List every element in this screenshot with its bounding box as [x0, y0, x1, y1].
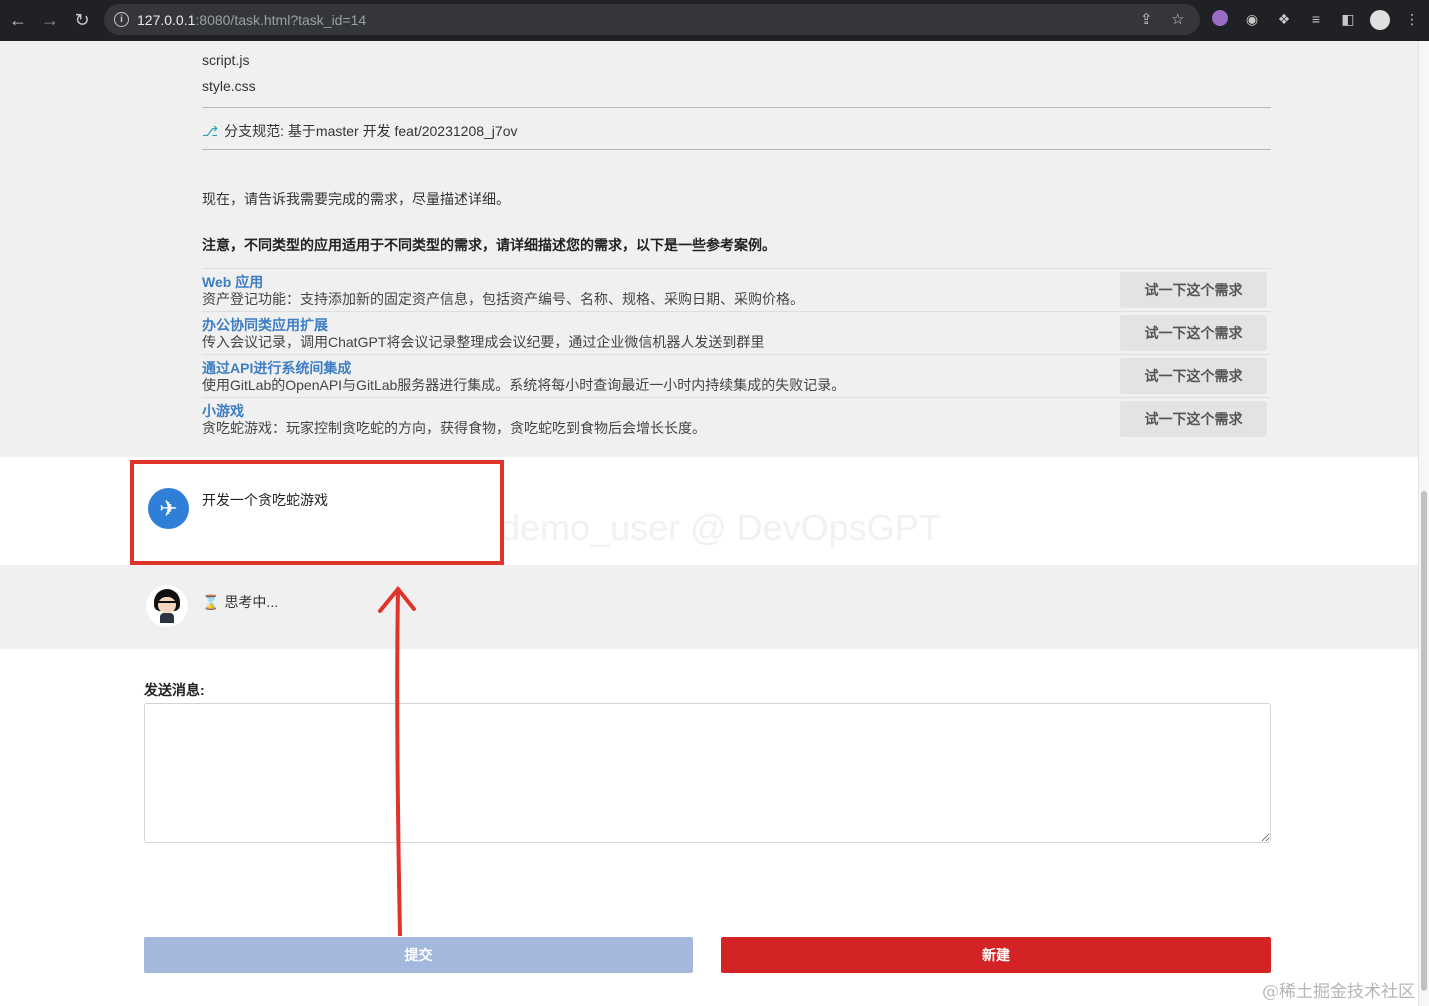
- annotation-arrow: [378, 585, 416, 937]
- extensions-puzzle-icon[interactable]: ❖: [1275, 10, 1293, 28]
- forward-icon[interactable]: →: [34, 4, 66, 36]
- address-bar[interactable]: i 127.0.0.1:8080/task.html?task_id=14 ⇪ …: [104, 4, 1200, 35]
- send-message-label: 发送消息:: [144, 682, 205, 698]
- back-icon[interactable]: ←: [2, 4, 34, 36]
- bookmark-star-icon[interactable]: ☆: [1171, 10, 1184, 28]
- case-row: 办公协同类应用扩展 传入会议记录，调用ChatGPT将会议记录整理成会议纪要，通…: [202, 311, 1271, 354]
- page-content: script.js style.css ⎇ 分支规范: 基于master 开发 …: [0, 41, 1429, 1006]
- case-desc: 贪吃蛇游戏：玩家控制贪吃蛇的方向，获得食物，贪吃蛇吃到食物后会增长长度。: [202, 420, 706, 436]
- loading-spinner-icon: ⌛: [202, 593, 220, 610]
- new-button[interactable]: 新建: [721, 937, 1271, 973]
- site-info-icon[interactable]: i: [114, 12, 129, 27]
- user-watermark: demo_user @ DevOpsGPT: [500, 507, 941, 548]
- try-case-button[interactable]: 试一下这个需求: [1120, 401, 1267, 437]
- file-item: style.css: [202, 78, 256, 94]
- file-item: script.js: [202, 52, 250, 68]
- try-case-button[interactable]: 试一下这个需求: [1120, 272, 1267, 308]
- case-row: 小游戏 贪吃蛇游戏：玩家控制贪吃蛇的方向，获得食物，贪吃蛇吃到食物后会增长长度。…: [202, 397, 1271, 440]
- case-desc: 传入会议记录，调用ChatGPT将会议记录整理成会议纪要，通过企业微信机器人发送…: [202, 334, 765, 350]
- share-icon[interactable]: ⇪: [1140, 10, 1153, 28]
- footer-watermark: @稀土掘金技术社区: [1262, 982, 1415, 1002]
- notice-text: 注意，不同类型的应用适用于不同类型的需求，请详细描述您的需求，以下是一些参考案例…: [202, 237, 776, 253]
- message-input[interactable]: [144, 703, 1271, 843]
- branch-text: 分支规范: 基于master 开发 feat/20231208_j7ov: [224, 123, 518, 139]
- side-panel-icon[interactable]: ◧: [1339, 10, 1357, 28]
- page-scrollbar[interactable]: [1418, 41, 1429, 1006]
- reload-icon[interactable]: ↻: [66, 4, 98, 36]
- try-case-button[interactable]: 试一下这个需求: [1120, 358, 1267, 394]
- case-row: Web 应用 资产登记功能：支持添加新的固定资产信息，包括资产编号、名称、规格、…: [202, 268, 1271, 311]
- case-desc: 资产登记功能：支持添加新的固定资产信息，包括资产编号、名称、规格、采购日期、采购…: [202, 291, 804, 307]
- thinking-status: ⌛ 思考中...: [202, 592, 278, 612]
- thinking-text: 思考中...: [224, 594, 279, 610]
- intro-text: 现在，请告诉我需要完成的需求，尽量描述详细。: [202, 191, 510, 207]
- case-row: 通过API进行系统间集成 使用GitLab的OpenAPI与GitLab服务器进…: [202, 354, 1271, 397]
- url-text[interactable]: 127.0.0.1:8080/task.html?task_id=14: [137, 12, 366, 28]
- extension-record-icon[interactable]: ◉: [1243, 10, 1261, 28]
- git-branch-icon: ⎇: [202, 122, 219, 139]
- extension-icon[interactable]: [1212, 10, 1228, 26]
- case-desc: 使用GitLab的OpenAPI与GitLab服务器进行集成。系统将每小时查询最…: [202, 377, 846, 393]
- menu-kebab-icon[interactable]: ⋮: [1403, 10, 1421, 28]
- user-message-row: demo_user @ DevOpsGPT ✈ 开发一个贪吃蛇游戏: [0, 457, 1418, 565]
- submit-button[interactable]: 提交: [144, 937, 693, 973]
- divider: [202, 107, 1271, 108]
- url-host: 127.0.0.1: [137, 12, 196, 28]
- assistant-message-row: ⌛ 思考中...: [0, 565, 1418, 649]
- url-path: :8080/task.html?task_id=14: [195, 12, 367, 28]
- scrollbar-thumb[interactable]: [1421, 491, 1427, 991]
- profile-avatar[interactable]: [1370, 10, 1390, 30]
- divider: [202, 149, 1271, 150]
- branch-rule: ⎇ 分支规范: 基于master 开发 feat/20231208_j7ov: [202, 121, 517, 141]
- assistant-avatar: [146, 585, 188, 627]
- annotation-highlight-box: [130, 460, 504, 565]
- try-case-button[interactable]: 试一下这个需求: [1120, 315, 1267, 351]
- reading-list-icon[interactable]: ≡: [1307, 10, 1325, 28]
- browser-toolbar: ← → ↻ i 127.0.0.1:8080/task.html?task_id…: [0, 0, 1429, 41]
